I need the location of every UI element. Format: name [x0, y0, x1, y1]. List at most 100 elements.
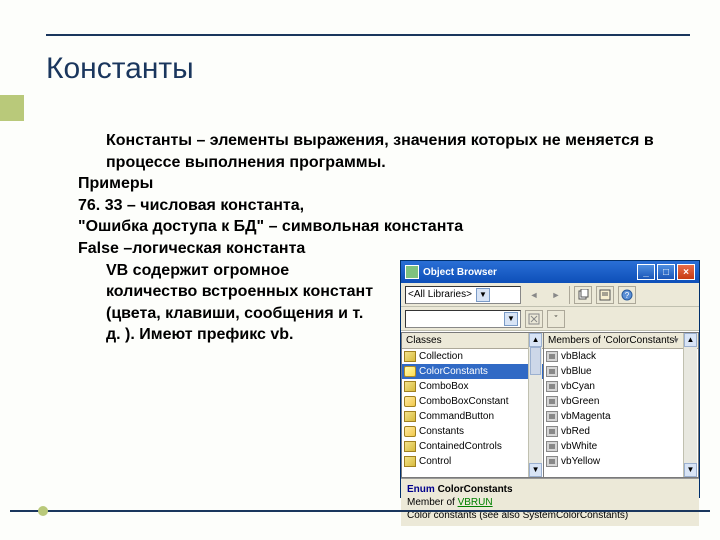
item-label: vbMagenta	[561, 411, 610, 422]
vb-note: VB содержит огромное количество встроенн…	[106, 260, 378, 346]
constant-icon	[546, 411, 558, 422]
example-numeric: 76. 33 – числовая константа,	[78, 195, 690, 217]
library-combo-value: <All Libraries>	[408, 289, 472, 300]
list-item[interactable]: ComboBox	[402, 379, 543, 394]
object-browser-window: Object Browser _ □ × <All Libraries> ▼ ◄…	[400, 260, 700, 498]
members-pane: Members of 'ColorConstants' ▼ vbBlackvbB…	[544, 332, 699, 478]
scroll-down-icon[interactable]: ▼	[684, 463, 697, 477]
item-label: Control	[419, 456, 451, 467]
enum-name: ColorConstants	[438, 484, 513, 495]
footer-dot	[38, 506, 48, 516]
nav-forward-button[interactable]: ►	[547, 286, 565, 304]
list-item[interactable]: Control	[402, 454, 543, 469]
class-icon	[404, 456, 416, 467]
item-label: Constants	[419, 426, 464, 437]
examples-heading: Примеры	[78, 173, 690, 195]
enum-keyword: Enum	[407, 484, 435, 495]
sort-icon[interactable]: ▼	[672, 336, 680, 345]
example-boolean: False –логическая константа	[78, 238, 690, 260]
arrow-left-icon: ◄	[530, 290, 539, 300]
classes-scrollbar[interactable]: ▲ ▼	[528, 333, 542, 477]
list-item[interactable]: vbCyan	[544, 379, 698, 394]
svg-text:?: ?	[625, 291, 630, 300]
constant-icon	[546, 441, 558, 452]
list-item[interactable]: vbYellow	[544, 454, 698, 469]
item-label: vbWhite	[561, 441, 597, 452]
scroll-thumb[interactable]	[530, 347, 541, 375]
app-icon	[405, 265, 419, 279]
details-pane: Enum ColorConstants Member of VBRUN Colo…	[401, 479, 699, 526]
help-button[interactable]: ?	[618, 286, 636, 304]
item-label: vbCyan	[561, 381, 595, 392]
item-label: ComboBox	[419, 381, 468, 392]
constant-icon	[546, 366, 558, 377]
item-label: vbBlue	[561, 366, 592, 377]
chevron-down-icon[interactable]: ▼	[476, 288, 490, 302]
scroll-down-icon[interactable]: ▼	[529, 463, 542, 477]
list-item[interactable]: vbBlack	[544, 349, 698, 364]
item-label: vbRed	[561, 426, 590, 437]
minimize-button[interactable]: _	[637, 264, 655, 280]
list-item[interactable]: vbWhite	[544, 439, 698, 454]
toolbar-row-1: <All Libraries> ▼ ◄ ► ?	[401, 283, 699, 307]
example-string: "Ошибка доступа к БД" – символьная конст…	[78, 216, 690, 238]
list-item[interactable]: ComboBoxConstant	[402, 394, 543, 409]
list-item[interactable]: CommandButton	[402, 409, 543, 424]
chevron-down-icon: ˇ	[555, 314, 558, 324]
list-item[interactable]: vbRed	[544, 424, 698, 439]
enum-icon	[404, 426, 416, 437]
scroll-up-icon[interactable]: ▲	[684, 333, 697, 347]
constant-icon	[546, 456, 558, 467]
classes-list[interactable]: Collection ColorConstants ComboBox ComboBox…	[402, 349, 543, 469]
classes-pane: Classes Collection ColorConstants ComboBox…	[401, 332, 544, 478]
list-item[interactable]: ContainedControls	[402, 439, 543, 454]
arrow-right-icon: ►	[552, 290, 561, 300]
search-button[interactable]	[525, 310, 543, 328]
view-definition-button[interactable]	[596, 286, 614, 304]
browser-panes: Classes Collection ColorConstants ComboBox…	[401, 331, 699, 479]
list-item[interactable]: vbBlue	[544, 364, 698, 379]
item-label: vbGreen	[561, 396, 599, 407]
list-item[interactable]: vbMagenta	[544, 409, 698, 424]
slide-title: Константы	[46, 52, 194, 86]
item-label: Collection	[419, 351, 463, 362]
search-combo[interactable]: ▼	[405, 310, 521, 328]
item-label: vbYellow	[561, 456, 600, 467]
member-of-link[interactable]: VBRUN	[458, 497, 493, 508]
constant-icon	[546, 396, 558, 407]
item-label: ComboBoxConstant	[419, 396, 509, 407]
close-button[interactable]: ×	[677, 264, 695, 280]
titlebar[interactable]: Object Browser _ □ ×	[401, 261, 699, 283]
toolbar-row-2: ▼ ˇ	[401, 307, 699, 331]
nav-back-button[interactable]: ◄	[525, 286, 543, 304]
class-icon	[404, 411, 416, 422]
scroll-up-icon[interactable]: ▲	[529, 333, 542, 347]
accent-decor	[0, 95, 24, 121]
list-item[interactable]: Constants	[402, 424, 543, 439]
copy-button[interactable]	[574, 286, 592, 304]
members-scrollbar[interactable]: ▲ ▼	[683, 333, 697, 477]
list-item[interactable]: ColorConstants	[402, 364, 543, 379]
item-label: vbBlack	[561, 351, 596, 362]
library-combo[interactable]: <All Libraries> ▼	[405, 286, 521, 304]
toggle-results-button[interactable]: ˇ	[547, 310, 565, 328]
enum-icon	[404, 366, 416, 377]
item-label: ColorConstants	[419, 366, 488, 377]
class-icon	[404, 441, 416, 452]
members-list[interactable]: vbBlack vbBlue vbCyan vbGreen vbMagenta vbRed…	[544, 349, 698, 469]
item-label: ContainedControls	[419, 441, 502, 452]
list-item[interactable]: Collection	[402, 349, 543, 364]
constant-icon	[546, 351, 558, 362]
members-header[interactable]: Members of 'ColorConstants' ▼	[544, 333, 698, 349]
header-rule	[46, 34, 690, 36]
enum-icon	[404, 396, 416, 407]
window-title: Object Browser	[423, 267, 497, 278]
constant-icon	[546, 426, 558, 437]
item-label: CommandButton	[419, 411, 494, 422]
list-item[interactable]: vbGreen	[544, 394, 698, 409]
maximize-button[interactable]: □	[657, 264, 675, 280]
constant-icon	[546, 381, 558, 392]
classes-header[interactable]: Classes	[402, 333, 543, 349]
class-icon	[404, 381, 416, 392]
chevron-down-icon[interactable]: ▼	[504, 312, 518, 326]
